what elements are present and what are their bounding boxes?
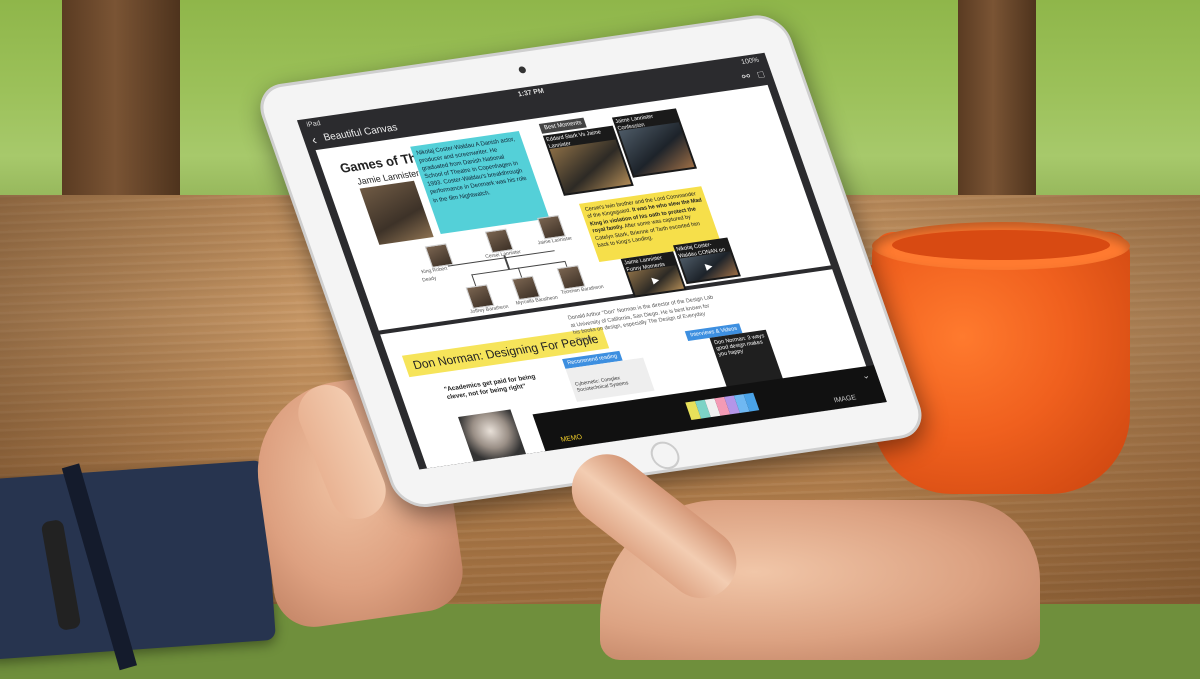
device-label: iPad: [305, 119, 322, 129]
image-tab[interactable]: IMAGE: [805, 390, 887, 413]
chevron-down-icon[interactable]: ⌄: [860, 370, 871, 382]
tree-line: [471, 274, 477, 287]
notebook-strap: [61, 463, 138, 671]
don-norman-photo[interactable]: [458, 409, 527, 462]
tree-label: Deady: [421, 275, 438, 284]
video-frame: [618, 122, 695, 176]
tree-label: Jaime Lannister: [536, 235, 574, 247]
tree-label: King Robert: [420, 265, 449, 276]
camera-icon: [517, 65, 527, 74]
memo-tab[interactable]: MEMO: [541, 431, 603, 451]
notebook: [0, 460, 276, 671]
video-frame: [549, 139, 632, 194]
battery-label: 100%: [740, 56, 760, 66]
tree-node-myrcella[interactable]: [511, 275, 541, 301]
color-swatches: [685, 392, 760, 420]
home-button[interactable]: [646, 439, 684, 471]
actor-bio-note[interactable]: Nikolaj Coster-Waldau A Danish actor, pr…: [410, 131, 550, 234]
don-norman-quote: "Academics get paid for being clever, no…: [443, 373, 537, 402]
document-icon[interactable]: □: [756, 69, 766, 81]
video-thumbnail[interactable]: Nikolaj Coster-Waldau CONAN on TBS: [672, 237, 741, 285]
tree-node-jaime[interactable]: [537, 214, 566, 240]
jaime-portrait[interactable]: [359, 180, 434, 245]
app-screen: iPad 1:37 PM 100% ‹ Beautiful Canvas ⚯ □…: [296, 52, 887, 470]
tree-node-tommen[interactable]: [556, 265, 586, 290]
tree-node-robert[interactable]: [424, 243, 454, 268]
share-icon[interactable]: ⚯: [740, 71, 752, 83]
mug-rim-inner: [892, 230, 1110, 260]
tree-node-cersei[interactable]: [484, 228, 514, 254]
chevron-left-icon[interactable]: ‹: [309, 132, 318, 147]
tree-node-joffrey[interactable]: [465, 284, 495, 309]
